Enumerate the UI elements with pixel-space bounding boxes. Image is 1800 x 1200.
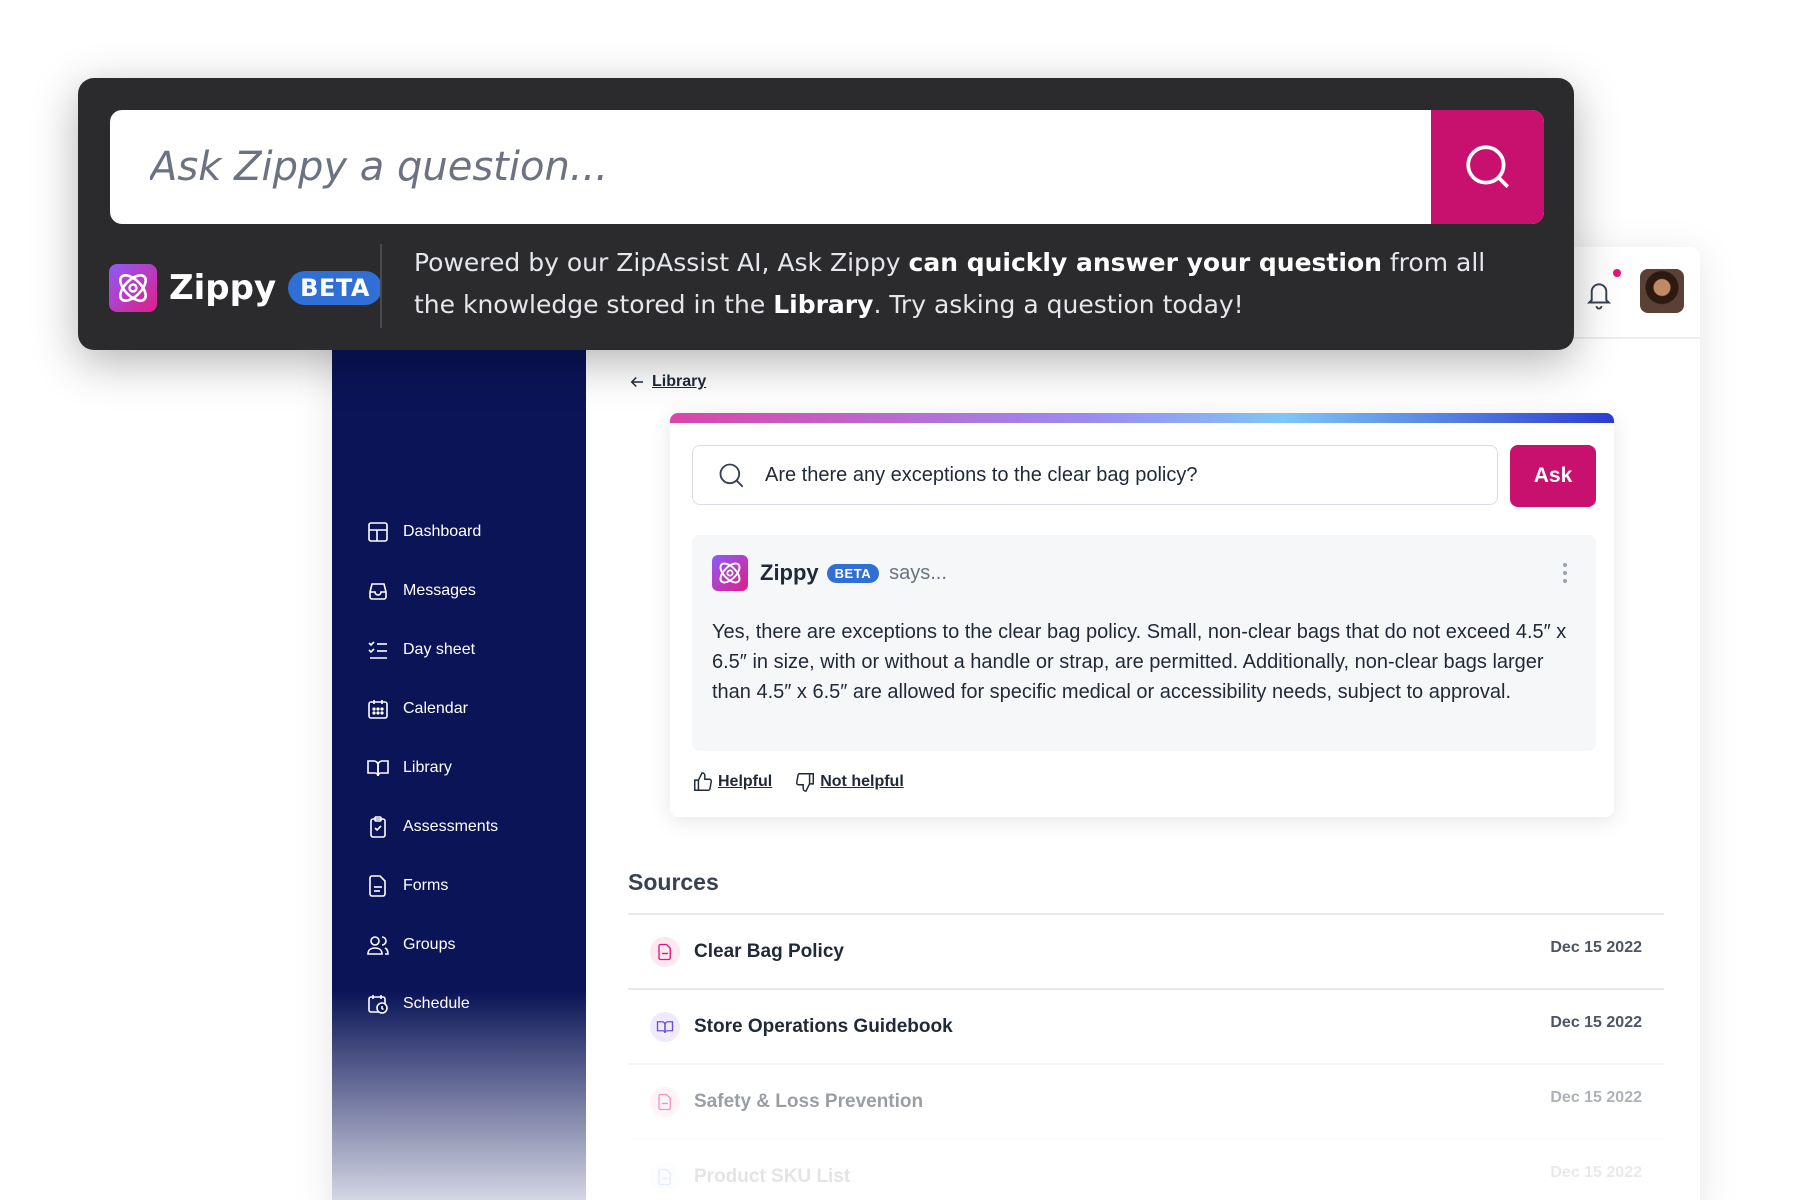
source-row[interactable]: Safety & Loss Prevention Dec 15 2022 bbox=[628, 1063, 1664, 1138]
blurb-text: Powered by our ZipAssist AI, Ask Zippy bbox=[414, 248, 909, 277]
arrow-left-icon bbox=[630, 376, 643, 388]
dashboard-icon bbox=[368, 521, 388, 542]
sidebar-item-assessments[interactable]: Assessments bbox=[332, 797, 586, 856]
sidebar-item-library[interactable]: Library bbox=[332, 738, 586, 797]
ask-row: Are there any exceptions to the clear ba… bbox=[692, 445, 1596, 507]
thumbs-down-icon bbox=[796, 773, 815, 792]
notification-badge bbox=[1613, 269, 1621, 277]
response-author: Zippy bbox=[760, 560, 819, 585]
answer-card: Are there any exceptions to the clear ba… bbox=[670, 413, 1614, 817]
panel-description: Powered by our ZipAssist AI, Ask Zippy c… bbox=[414, 242, 1534, 326]
clipboard-check-icon bbox=[370, 815, 386, 838]
search-button[interactable] bbox=[1431, 110, 1544, 224]
search-box bbox=[110, 110, 1544, 224]
thumbs-up-icon bbox=[694, 772, 712, 791]
source-date: Dec 15 2022 bbox=[1550, 1164, 1642, 1181]
zippy-logo-icon bbox=[109, 264, 157, 312]
sidebar-item-groups[interactable]: Groups bbox=[332, 915, 586, 974]
sidebar-item-dashboard[interactable]: Dashboard bbox=[332, 502, 586, 561]
source-name: Clear Bag Policy bbox=[694, 940, 844, 962]
brand-name: Zippy bbox=[169, 268, 277, 308]
source-name: Safety & Loss Prevention bbox=[694, 1090, 924, 1112]
book-icon bbox=[650, 1011, 680, 1042]
source-row[interactable]: Clear Bag Policy Dec 15 2022 bbox=[628, 913, 1664, 988]
bell-icon[interactable] bbox=[1584, 277, 1614, 311]
response-header: Zippy BETA says... bbox=[712, 555, 947, 591]
zippy-response: Zippy BETA says... Yes, there are except… bbox=[692, 535, 1596, 751]
book-icon bbox=[367, 759, 389, 776]
feedback-row: Helpful Not helpful bbox=[692, 771, 926, 793]
sources-title: Sources bbox=[628, 869, 719, 895]
gradient-bar bbox=[670, 413, 1614, 423]
sidebar-item-forms[interactable]: Forms bbox=[332, 856, 586, 915]
source-date: Dec 15 2022 bbox=[1550, 939, 1642, 956]
says-label: says... bbox=[889, 561, 947, 584]
breadcrumb-label: Library bbox=[652, 373, 707, 390]
response-text: Yes, there are exceptions to the clear b… bbox=[712, 621, 1567, 703]
blurb-emphasis: Library bbox=[773, 290, 874, 319]
sidebar-item-label: Groups bbox=[403, 935, 456, 953]
source-date: Dec 15 2022 bbox=[1550, 1014, 1642, 1031]
pdf-icon bbox=[650, 1086, 680, 1117]
sources-list: Clear Bag Policy Dec 15 2022 Store Opera… bbox=[628, 913, 1664, 1200]
ask-zippy-input[interactable] bbox=[110, 110, 1431, 224]
sidebar-item-label: Forms bbox=[403, 876, 449, 894]
not-helpful-label: Not helpful bbox=[820, 773, 904, 790]
search-icon bbox=[1465, 145, 1509, 189]
beta-badge: BETA bbox=[826, 563, 880, 583]
sidebar-item-label: Day sheet bbox=[403, 640, 476, 658]
avatar[interactable] bbox=[1640, 269, 1684, 313]
helpful-button[interactable]: Helpful bbox=[692, 771, 772, 793]
calendar-icon bbox=[368, 699, 388, 719]
inbox-icon bbox=[369, 582, 387, 600]
sidebar-item-messages[interactable]: Messages bbox=[332, 561, 586, 620]
not-helpful-button[interactable]: Not helpful bbox=[794, 771, 904, 793]
document-icon bbox=[369, 874, 386, 897]
sidebar-item-label: Assessments bbox=[403, 817, 499, 835]
more-options-icon[interactable] bbox=[1562, 563, 1568, 587]
sidebar-item-label: Schedule bbox=[403, 994, 470, 1012]
source-name: Product SKU List bbox=[694, 1165, 851, 1187]
divider bbox=[380, 244, 382, 328]
helpful-label: Helpful bbox=[718, 773, 773, 790]
sidebar-item-label: Calendar bbox=[403, 699, 468, 717]
zippy-logo-icon bbox=[712, 555, 748, 591]
sidebar-item-day-sheet[interactable]: Day sheet bbox=[332, 620, 586, 679]
main-content: Library Are there any exceptions to the … bbox=[586, 339, 1700, 1200]
sidebar: Dashboard Messages Day sheet Calendar Li… bbox=[332, 247, 586, 1200]
sidebar-item-calendar[interactable]: Calendar bbox=[332, 679, 586, 738]
question-input[interactable]: Are there any exceptions to the clear ba… bbox=[692, 445, 1498, 505]
sidebar-item-label: Library bbox=[403, 758, 452, 776]
source-date: Dec 15 2022 bbox=[1550, 1089, 1642, 1106]
app-window: Dashboard Messages Day sheet Calendar Li… bbox=[332, 247, 1700, 1200]
breadcrumb[interactable]: Library bbox=[628, 373, 706, 391]
search-icon bbox=[719, 463, 744, 488]
ask-zippy-panel: Zippy BETA Powered by our ZipAssist AI, … bbox=[78, 78, 1574, 350]
beta-badge: BETA bbox=[288, 271, 382, 305]
zippy-brand: Zippy BETA bbox=[109, 264, 382, 312]
blurb-emphasis: can quickly answer your question bbox=[908, 248, 1382, 277]
sidebar-item-schedule[interactable]: Schedule bbox=[332, 974, 586, 1033]
blurb-text: . Try asking a question today! bbox=[873, 290, 1244, 319]
sidebar-nav: Dashboard Messages Day sheet Calendar Li… bbox=[332, 502, 586, 1033]
sidebar-item-label: Dashboard bbox=[403, 522, 482, 540]
question-text: Are there any exceptions to the clear ba… bbox=[765, 463, 1198, 486]
source-name: Store Operations Guidebook bbox=[694, 1015, 953, 1037]
calendar-clock-icon bbox=[368, 994, 388, 1014]
source-row[interactable]: Store Operations Guidebook Dec 15 2022 bbox=[628, 988, 1664, 1063]
ask-button[interactable]: Ask bbox=[1510, 445, 1596, 507]
sidebar-item-label: Messages bbox=[403, 581, 476, 599]
source-row[interactable]: Product SKU List Dec 15 2022 bbox=[628, 1138, 1664, 1200]
checklist-icon bbox=[368, 640, 387, 659]
users-icon bbox=[367, 935, 389, 955]
document-icon bbox=[650, 1161, 680, 1192]
pdf-icon bbox=[650, 936, 680, 967]
